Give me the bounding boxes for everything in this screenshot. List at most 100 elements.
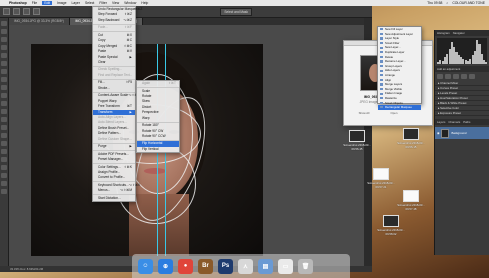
layer-row[interactable]: ◉ Background bbox=[435, 127, 489, 139]
options-bar: Select and Mask bbox=[0, 6, 372, 18]
tool-icon[interactable] bbox=[1, 85, 7, 90]
select-and-mask-button[interactable]: Select and Mask bbox=[220, 7, 252, 16]
tool-icon[interactable] bbox=[1, 37, 7, 42]
mac-menubar: Photoshop File Edit Image Layer Select F… bbox=[0, 0, 489, 6]
quicklook-actions: Show All Open bbox=[348, 111, 408, 115]
eye-icon[interactable]: ◉ bbox=[437, 131, 439, 135]
desktop-file[interactable]: Screenshot 2018-03... 09.56.45 bbox=[338, 130, 376, 151]
menu-item-shortcut: ⇧⌘F bbox=[124, 25, 132, 30]
transform-menu-item[interactable]: Flip Vertical bbox=[137, 147, 179, 152]
menu-select[interactable]: Select bbox=[85, 1, 94, 5]
tab-navigator[interactable]: Navigator bbox=[453, 31, 465, 35]
tab-layers[interactable]: Layers bbox=[437, 120, 445, 124]
histogram-chart bbox=[437, 38, 487, 64]
tool-icon[interactable] bbox=[1, 149, 7, 154]
menu-view[interactable]: View bbox=[112, 1, 119, 5]
dock-bridge-icon[interactable]: Br bbox=[198, 258, 213, 274]
adjustment-presets: ▸ Channel Mixer ▸ Curves Preset ▸ Levels P… bbox=[435, 81, 489, 116]
edit-menu-item[interactable]: Convert to Profile... bbox=[93, 175, 135, 180]
edit-menu-item[interactable]: Start Dictation... bbox=[93, 196, 135, 201]
tool-icon[interactable] bbox=[1, 109, 7, 114]
desktop-file[interactable]: Screenshot 2018-03... 09.56.15 bbox=[392, 128, 430, 149]
show-all-button[interactable]: Show All bbox=[359, 111, 370, 115]
new-selection-icon[interactable] bbox=[13, 8, 20, 15]
tool-icon[interactable] bbox=[1, 61, 7, 66]
image-file-icon bbox=[383, 215, 399, 227]
edit-menu-item[interactable]: Menus... ⌥⇧⌘M bbox=[93, 188, 135, 193]
edit-menu-item[interactable]: Fade... ⇧⌘F bbox=[93, 25, 135, 30]
dock-chrome-icon[interactable]: ● bbox=[178, 258, 193, 274]
tool-icon[interactable] bbox=[1, 101, 7, 106]
tab-histogram[interactable]: Histogram bbox=[437, 31, 450, 35]
layer-menu-item[interactable]: Rectangular Marquee bbox=[378, 105, 421, 110]
edit-menu-item[interactable]: Clear bbox=[93, 60, 135, 65]
dock-acrobat-icon[interactable]: ⋏ bbox=[238, 258, 253, 274]
exposure-icon[interactable] bbox=[461, 74, 467, 79]
desktop-file[interactable]: Screenshot 2018-03... 09.58.02 bbox=[372, 215, 410, 236]
adjustment-preset-item[interactable]: ▸ Exposure Preset bbox=[435, 111, 489, 116]
tool-icon[interactable] bbox=[1, 173, 7, 178]
edit-menu-item[interactable]: Step Backward ⌥⌘Z bbox=[93, 18, 135, 23]
menu-item-label: Rotate 90° CCW bbox=[142, 133, 166, 138]
menu-filter[interactable]: Filter bbox=[99, 1, 107, 5]
clock[interactable]: Thu 09:58 bbox=[427, 1, 442, 5]
transform-menu-item[interactable]: Warp bbox=[137, 116, 179, 121]
tool-icon[interactable] bbox=[1, 77, 7, 82]
edit-menu-item[interactable]: Stroke... bbox=[93, 86, 135, 91]
menu-photoshop[interactable]: Photoshop bbox=[9, 1, 27, 5]
transform-menu-item[interactable]: Rotate 90° CCW bbox=[137, 134, 179, 139]
tool-icon[interactable] bbox=[1, 53, 7, 58]
workspace-label[interactable]: COLOUR AND TONE bbox=[452, 1, 485, 5]
subtract-selection-icon[interactable] bbox=[33, 8, 40, 15]
tool-icon[interactable] bbox=[1, 181, 7, 186]
brightness-icon[interactable] bbox=[437, 74, 443, 79]
tool-icon[interactable] bbox=[1, 165, 7, 170]
menu-file[interactable]: File bbox=[32, 1, 37, 5]
open-button[interactable]: Open bbox=[391, 111, 398, 115]
desktop-file[interactable]: Screenshot 2018-03... 09.57.21 bbox=[362, 168, 400, 189]
image-file-icon bbox=[403, 128, 419, 140]
tab-paths[interactable]: Paths bbox=[463, 120, 470, 124]
vibrance-icon[interactable] bbox=[469, 74, 475, 79]
marquee-tool-icon[interactable] bbox=[3, 8, 10, 15]
desktop-file[interactable]: Screenshot 2018-03... 09.57.48 bbox=[392, 190, 430, 211]
menu-image[interactable]: Image bbox=[57, 1, 66, 5]
menu-window[interactable]: Window bbox=[124, 1, 136, 5]
edit-menu-item[interactable]: Find and Replace Text... bbox=[93, 73, 135, 78]
menu-help[interactable]: Help bbox=[141, 1, 148, 5]
dock-photoshop-icon[interactable]: Ps bbox=[218, 258, 233, 274]
tool-icon[interactable] bbox=[1, 133, 7, 138]
menu-item-shortcut: ⇧⌘T bbox=[168, 81, 176, 85]
edit-menu-item[interactable]: Purge ▶ bbox=[93, 144, 135, 149]
tool-icon[interactable] bbox=[1, 157, 7, 162]
add-selection-icon[interactable] bbox=[23, 8, 30, 15]
tool-icon[interactable] bbox=[1, 125, 7, 130]
menu-edit[interactable]: Edit bbox=[42, 1, 53, 5]
search-icon[interactable]: ⌕ bbox=[446, 1, 448, 5]
dock-finder-icon[interactable]: ☺ bbox=[138, 258, 153, 274]
layer-menu: New Fill Layer New Adjustment Layer Layer … bbox=[377, 26, 422, 110]
document-tab[interactable]: IMG_0934.JPG @ 33.3% (RGB/8*) bbox=[9, 18, 70, 25]
tool-icon[interactable] bbox=[1, 93, 7, 98]
document-tabs: IMG_0934.JPG @ 33.3% (RGB/8*) IMG_0934.J… bbox=[9, 18, 364, 25]
dock-preview-icon[interactable]: ▤ bbox=[258, 258, 273, 274]
tool-icon[interactable] bbox=[1, 117, 7, 122]
menu-item-label: Preset Manager... bbox=[98, 157, 124, 162]
tool-icon[interactable] bbox=[1, 45, 7, 50]
edit-menu-item[interactable]: Preset Manager... bbox=[93, 157, 135, 162]
canvas-area[interactable] bbox=[9, 25, 364, 266]
tool-icon[interactable] bbox=[1, 21, 7, 26]
levels-icon[interactable] bbox=[445, 74, 451, 79]
curves-icon[interactable] bbox=[453, 74, 459, 79]
tool-icon[interactable] bbox=[1, 69, 7, 74]
dock-finder-window-icon[interactable]: ▭ bbox=[278, 258, 293, 274]
transform-menu-item[interactable]: Again ⇧⌘T bbox=[137, 81, 179, 86]
dock-safari-icon[interactable]: ⊕ bbox=[158, 258, 173, 274]
tool-icon[interactable] bbox=[1, 141, 7, 146]
menu-layer[interactable]: Layer bbox=[71, 1, 79, 5]
edit-menu-item[interactable]: Define Custom Shape... bbox=[93, 137, 135, 142]
tool-icon[interactable] bbox=[1, 189, 7, 194]
tab-channels[interactable]: Channels bbox=[448, 120, 460, 124]
tool-icon[interactable] bbox=[1, 29, 7, 34]
dock-trash-icon[interactable]: 🗑 bbox=[298, 258, 313, 274]
